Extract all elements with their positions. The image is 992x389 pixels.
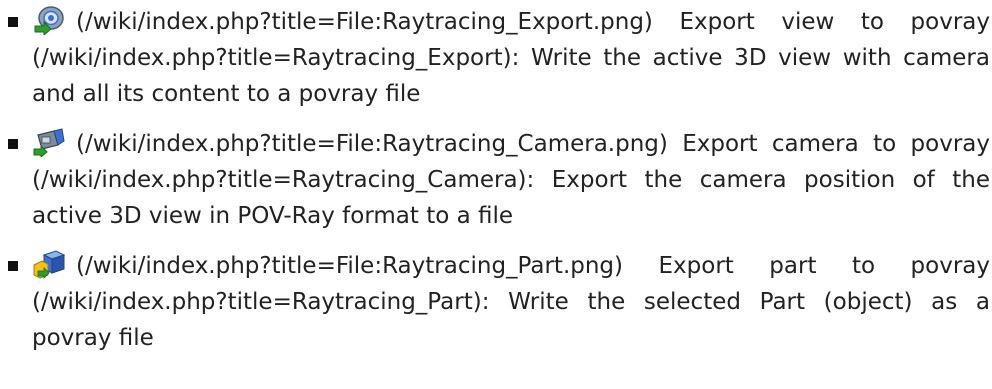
image-link[interactable]: (/wiki/index.php?title=File:Raytracing_E… <box>76 9 653 35</box>
list-item: (/wiki/index.php?title=File:Raytracing_P… <box>0 248 992 356</box>
command-label[interactable]: Export part to povray <box>659 253 990 279</box>
list-item: (/wiki/index.php?title=File:Raytracing_E… <box>0 4 992 112</box>
command-label[interactable]: Export camera to povray <box>682 131 990 157</box>
raytracing-part-icon[interactable] <box>32 249 66 279</box>
image-link[interactable]: (/wiki/index.php?title=File:Raytracing_P… <box>76 253 623 279</box>
list-item: (/wiki/index.php?title=File:Raytracing_C… <box>0 126 992 234</box>
command-label[interactable]: Export view to povray <box>679 9 990 35</box>
raytracing-camera-icon[interactable] <box>32 127 66 157</box>
command-list: (/wiki/index.php?title=File:Raytracing_E… <box>0 0 992 356</box>
raytracing-export-icon[interactable] <box>32 5 66 35</box>
bullet <box>8 17 18 27</box>
page-link[interactable]: (/wiki/index.php?title=Raytracing_Export… <box>32 45 512 71</box>
page-link[interactable]: (/wiki/index.php?title=Raytracing_Camera… <box>32 167 527 193</box>
bullet <box>8 261 18 271</box>
image-link[interactable]: (/wiki/index.php?title=File:Raytracing_C… <box>76 131 668 157</box>
page-link[interactable]: (/wiki/index.php?title=Raytracing_Part) <box>32 289 482 315</box>
bullet <box>8 139 18 149</box>
